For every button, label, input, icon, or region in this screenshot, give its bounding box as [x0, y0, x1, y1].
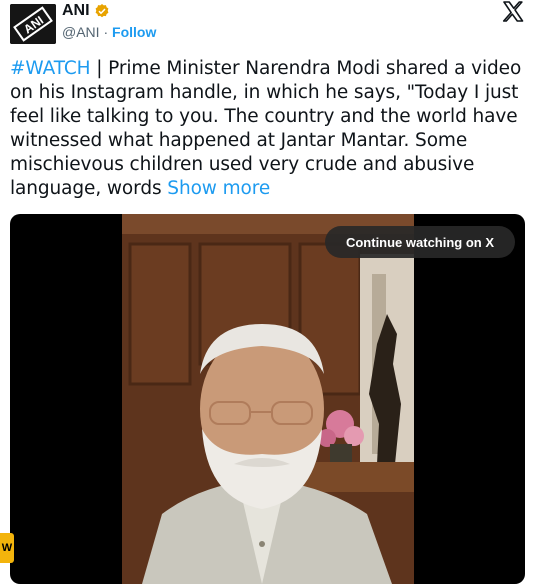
show-more-link[interactable]: Show more [167, 178, 270, 199]
author-name[interactable]: ANI [62, 2, 90, 20]
video-still-image [122, 214, 414, 584]
author-handle-row: @ANI · Follow [62, 24, 156, 40]
tweet-text: #WATCH | Prime Minister Narendra Modi sh… [10, 57, 530, 201]
video-player[interactable]: Continue watching on X [10, 214, 525, 584]
author-name-row: ANI [62, 2, 110, 20]
hashtag-link[interactable]: #WATCH [10, 58, 91, 79]
x-logo-icon[interactable] [498, 0, 528, 24]
side-badge[interactable]: W [0, 533, 14, 563]
handle-separator: · [103, 24, 109, 40]
author-avatar[interactable]: ANI [10, 4, 56, 44]
video-frame[interactable] [122, 214, 414, 584]
verified-badge-icon [95, 4, 108, 18]
follow-button[interactable]: Follow [112, 24, 156, 40]
continue-watching-button[interactable]: Continue watching on X [325, 226, 515, 258]
author-handle[interactable]: @ANI [62, 24, 100, 40]
